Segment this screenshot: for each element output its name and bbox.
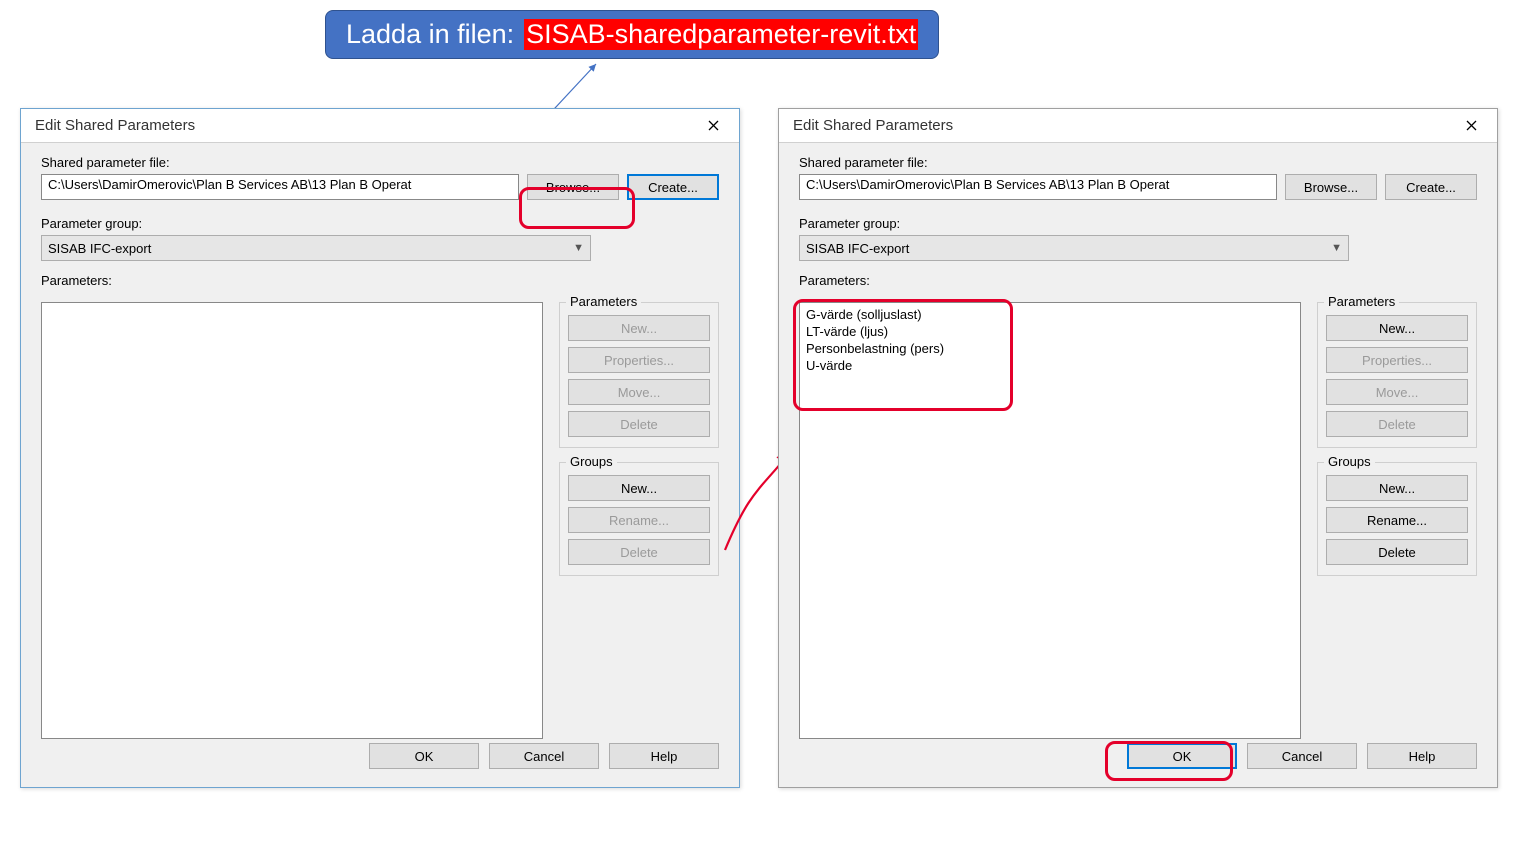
param-properties-button[interactable]: Properties... bbox=[1326, 347, 1468, 373]
parameters-panel-legend: Parameters bbox=[566, 294, 641, 309]
group-delete-button[interactable]: Delete bbox=[1326, 539, 1468, 565]
callout-filename: SISAB-sharedparameter-revit.txt bbox=[524, 19, 918, 50]
param-delete-button[interactable]: Delete bbox=[568, 411, 710, 437]
param-move-button[interactable]: Move... bbox=[1326, 379, 1468, 405]
parameter-group-select[interactable]: SISAB IFC-export ▼ bbox=[41, 235, 591, 261]
group-selected: SISAB IFC-export bbox=[806, 241, 909, 256]
param-new-button[interactable]: New... bbox=[1326, 315, 1468, 341]
close-button[interactable] bbox=[693, 112, 733, 140]
instruction-callout: Ladda in filen: SISAB-sharedparameter-re… bbox=[325, 10, 939, 59]
group-rename-button[interactable]: Rename... bbox=[1326, 507, 1468, 533]
browse-button[interactable]: Browse... bbox=[527, 174, 619, 200]
edit-shared-parameters-dialog-before: Edit Shared Parameters Shared parameter … bbox=[20, 108, 740, 788]
file-path-input[interactable]: C:\Users\DamirOmerovic\Plan B Services A… bbox=[41, 174, 519, 200]
group-rename-button[interactable]: Rename... bbox=[568, 507, 710, 533]
groups-panel: Groups New... Rename... Delete bbox=[559, 462, 719, 576]
create-button[interactable]: Create... bbox=[1385, 174, 1477, 200]
group-new-button[interactable]: New... bbox=[1326, 475, 1468, 501]
callout-prefix: Ladda in filen: bbox=[346, 19, 514, 50]
file-label: Shared parameter file: bbox=[41, 155, 719, 170]
groups-panel-legend: Groups bbox=[566, 454, 617, 469]
parameters-panel: Parameters New... Properties... Move... … bbox=[559, 302, 719, 448]
titlebar: Edit Shared Parameters bbox=[21, 109, 739, 143]
create-button[interactable]: Create... bbox=[627, 174, 719, 200]
parameter-item[interactable]: U-värde bbox=[806, 358, 1294, 375]
chevron-down-icon: ▼ bbox=[573, 242, 584, 254]
help-button[interactable]: Help bbox=[1367, 743, 1477, 769]
dialog-title: Edit Shared Parameters bbox=[35, 117, 195, 134]
parameters-listbox[interactable]: G-värde (solljuslast)LT-värde (ljus)Pers… bbox=[799, 302, 1301, 739]
cancel-button[interactable]: Cancel bbox=[1247, 743, 1357, 769]
edit-shared-parameters-dialog-after: Edit Shared Parameters Shared parameter … bbox=[778, 108, 1498, 788]
ok-button[interactable]: OK bbox=[1127, 743, 1237, 769]
parameter-item[interactable]: Personbelastning (pers) bbox=[806, 341, 1294, 358]
parameters-panel-legend: Parameters bbox=[1324, 294, 1399, 309]
file-path-input[interactable]: C:\Users\DamirOmerovic\Plan B Services A… bbox=[799, 174, 1277, 200]
browse-button[interactable]: Browse... bbox=[1285, 174, 1377, 200]
param-new-button[interactable]: New... bbox=[568, 315, 710, 341]
groups-panel-legend: Groups bbox=[1324, 454, 1375, 469]
file-label: Shared parameter file: bbox=[799, 155, 1477, 170]
params-label: Parameters: bbox=[41, 273, 719, 288]
param-delete-button[interactable]: Delete bbox=[1326, 411, 1468, 437]
close-button[interactable] bbox=[1451, 112, 1491, 140]
help-button[interactable]: Help bbox=[609, 743, 719, 769]
cancel-button[interactable]: Cancel bbox=[489, 743, 599, 769]
group-selected: SISAB IFC-export bbox=[48, 241, 151, 256]
ok-button[interactable]: OK bbox=[369, 743, 479, 769]
group-label: Parameter group: bbox=[799, 216, 1477, 231]
chevron-down-icon: ▼ bbox=[1331, 242, 1342, 254]
close-icon bbox=[1466, 120, 1477, 131]
param-properties-button[interactable]: Properties... bbox=[568, 347, 710, 373]
group-label: Parameter group: bbox=[41, 216, 719, 231]
param-move-button[interactable]: Move... bbox=[568, 379, 710, 405]
group-delete-button[interactable]: Delete bbox=[568, 539, 710, 565]
parameter-item[interactable]: LT-värde (ljus) bbox=[806, 324, 1294, 341]
parameter-group-select[interactable]: SISAB IFC-export ▼ bbox=[799, 235, 1349, 261]
dialog-title: Edit Shared Parameters bbox=[793, 117, 953, 134]
titlebar: Edit Shared Parameters bbox=[779, 109, 1497, 143]
group-new-button[interactable]: New... bbox=[568, 475, 710, 501]
params-label: Parameters: bbox=[799, 273, 1477, 288]
parameters-listbox[interactable] bbox=[41, 302, 543, 739]
close-icon bbox=[708, 120, 719, 131]
groups-panel: Groups New... Rename... Delete bbox=[1317, 462, 1477, 576]
parameter-item[interactable]: G-värde (solljuslast) bbox=[806, 307, 1294, 324]
parameters-panel: Parameters New... Properties... Move... … bbox=[1317, 302, 1477, 448]
